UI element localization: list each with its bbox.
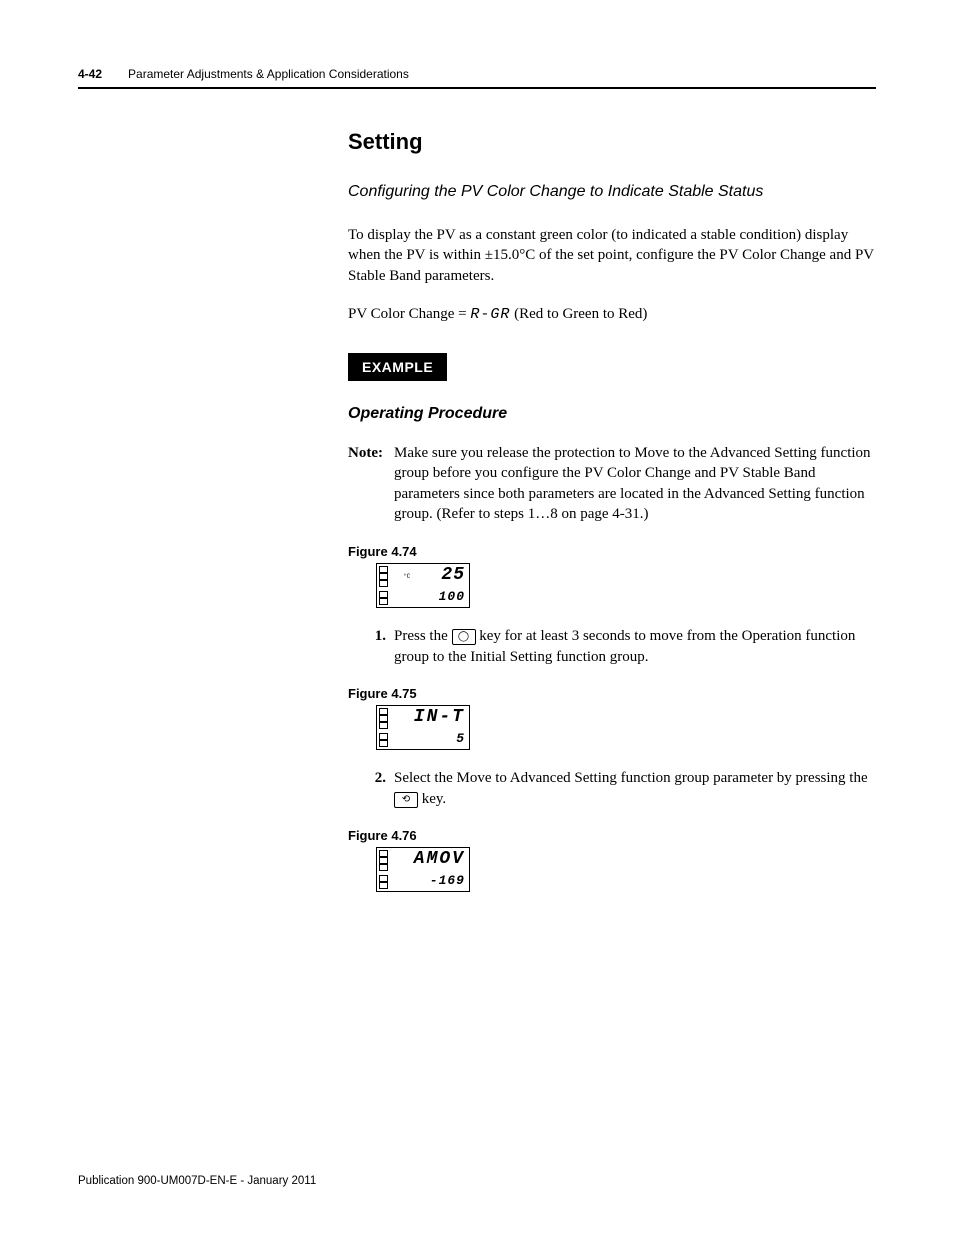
lcd-top-value: IN-T [401,706,469,731]
lcd-bottom-value: 100 [401,589,469,607]
note-label: Note: [348,445,383,461]
lcd-figure-4-76: AMOV -169 [376,847,470,892]
example-label: EXAMPLE [348,353,447,381]
lcd-top-value: AMOV [401,848,469,873]
step-2-text-a: Select the Move to Advanced Setting func… [394,770,868,786]
lcd-figure-4-75: IN-T 5 [376,705,470,750]
note-body: Make sure you release the protection to … [394,443,876,524]
section-subheading: Configuring the PV Color Change to Indic… [348,183,876,201]
note-block: Note: Make sure you release the protecti… [348,443,876,524]
lcd-bottom-value: 5 [401,731,469,749]
main-content: Setting Configuring the PV Color Change … [348,129,876,892]
pv-code: R-GR [470,306,510,323]
step-1-number: 1. [348,626,394,668]
figure-caption-4-74: Figure 4.74 [348,544,876,559]
step-2: 2. Select the Move to Advanced Setting f… [348,768,876,810]
intro-paragraph: To display the PV as a constant green co… [348,225,876,286]
page-number: 4-42 [78,67,102,81]
figure-caption-4-76: Figure 4.76 [348,828,876,843]
operating-procedure-heading: Operating Procedure [348,405,876,423]
lcd-figure-4-74: °C 25 100 [376,563,470,608]
lcd-bottom-value: -169 [401,873,469,891]
step-2-text-b: key. [418,791,446,807]
figure-caption-4-75: Figure 4.75 [348,686,876,701]
header-rule [78,87,876,89]
step-1: 1. Press the ◯ key for at least 3 second… [348,626,876,668]
step-1-text-a: Press the [394,628,452,644]
chapter-title: Parameter Adjustments & Application Cons… [128,67,409,81]
lcd-unit: °C [403,573,410,580]
level-key-icon: ◯ [452,629,476,645]
publication-footer: Publication 900-UM007D-EN-E - January 20… [78,1175,316,1187]
pv-color-change-line: PV Color Change = R-GR (Red to Green to … [348,304,876,325]
lcd-top-value: 25 [410,564,469,589]
section-heading: Setting [348,129,876,155]
pv-suffix: (Red to Green to Red) [510,306,647,322]
running-header: 4-42 Parameter Adjustments & Application… [78,67,876,81]
pv-prefix: PV Color Change = [348,306,470,322]
mode-key-icon: ⟲ [394,792,418,808]
step-2-number: 2. [348,768,394,810]
